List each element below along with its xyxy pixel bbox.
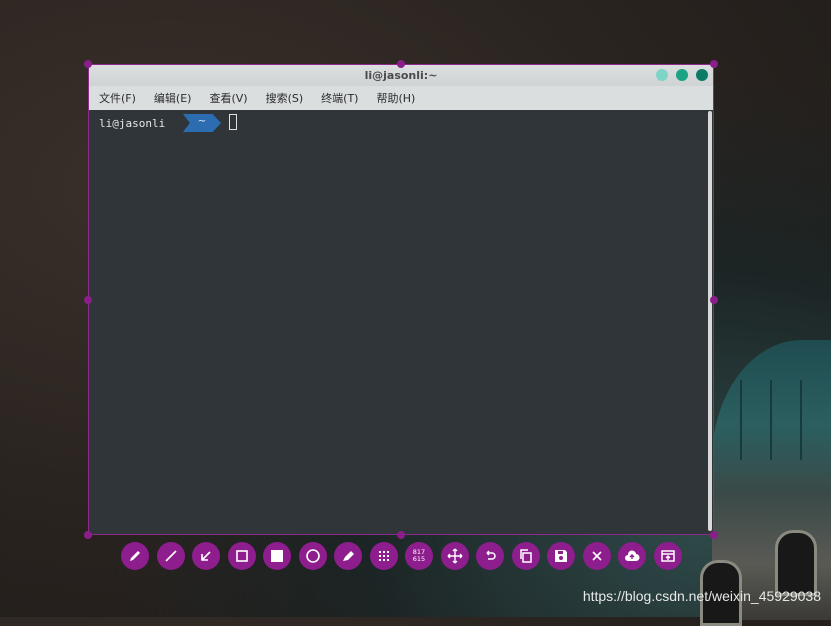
marker-icon: [343, 551, 354, 561]
prompt-dir-badge: ~: [183, 114, 221, 132]
dome-rib: [740, 380, 742, 460]
window-titlebar[interactable]: li@jasonli:~: [89, 65, 713, 86]
terminal-content[interactable]: li@jasonli ~: [89, 110, 706, 534]
circle-icon: [305, 549, 320, 563]
selection-height: 615: [412, 555, 426, 563]
dome-rib: [800, 380, 802, 460]
screenshot-toolbar: 817 615: [121, 542, 682, 572]
close-button[interactable]: [582, 542, 611, 570]
menu-view[interactable]: 查看(V): [209, 90, 247, 106]
rectangle-outline-button[interactable]: [227, 542, 256, 570]
move-icon: [447, 548, 462, 564]
menu-edit[interactable]: 编辑(E): [154, 90, 192, 106]
move-button[interactable]: [440, 542, 469, 570]
pencil-icon: [130, 551, 140, 561]
resize-handle[interactable]: [710, 296, 718, 304]
resize-handle[interactable]: [397, 531, 405, 539]
close-icon: [591, 551, 602, 561]
line-button[interactable]: [156, 542, 185, 570]
arrow-icon: [201, 551, 211, 561]
resize-handle[interactable]: [84, 531, 92, 539]
copy-button[interactable]: [511, 542, 540, 570]
undo-button[interactable]: [476, 542, 504, 570]
rectangle-filled-button[interactable]: [263, 542, 291, 570]
dome-rib: [770, 380, 772, 460]
undo-icon: [486, 550, 496, 560]
menu-help[interactable]: 帮助(H): [376, 90, 415, 106]
watermark-url: https://blog.csdn.net/weixin_45929038: [582, 588, 821, 604]
menu-search[interactable]: 搜索(S): [266, 90, 304, 106]
rectangle-filled-icon: [271, 550, 283, 562]
upload-button[interactable]: [618, 542, 646, 570]
resize-handle[interactable]: [710, 60, 718, 68]
rectangle-outline-icon: [235, 550, 248, 562]
arrow-button[interactable]: [192, 542, 220, 570]
resize-handle[interactable]: [710, 531, 718, 539]
pin-icon: [660, 550, 675, 562]
menu-terminal[interactable]: 终端(T): [321, 90, 358, 106]
copy-icon: [519, 549, 532, 563]
line-icon: [164, 550, 177, 562]
menu-bar: 文件(F) 编辑(E) 查看(V) 搜索(S) 终端(T) 帮助(H): [89, 86, 713, 110]
window-title: li@jasonli:~: [364, 69, 438, 82]
marker-button[interactable]: [334, 542, 362, 570]
pencil-button[interactable]: [121, 542, 149, 570]
save-icon: [555, 550, 567, 562]
save-button[interactable]: [547, 542, 575, 570]
pixelate-button[interactable]: [369, 542, 398, 570]
selection-size-counter[interactable]: 817 615: [405, 542, 433, 570]
minimize-button[interactable]: [656, 69, 668, 81]
resize-handle[interactable]: [397, 60, 405, 68]
circle-button[interactable]: [298, 542, 327, 570]
prompt-user: li@jasonli: [99, 117, 166, 130]
scrollbar[interactable]: [708, 111, 712, 531]
resize-handle[interactable]: [84, 60, 92, 68]
close-window-button[interactable]: [696, 69, 708, 81]
menu-file[interactable]: 文件(F): [99, 90, 136, 106]
text-cursor: [229, 114, 237, 130]
resize-handle[interactable]: [84, 296, 92, 304]
pixelate-icon: [378, 551, 389, 561]
background-window: [775, 530, 817, 596]
maximize-button[interactable]: [676, 69, 688, 81]
terminal-window[interactable]: li@jasonli:~ 文件(F) 编辑(E) 查看(V) 搜索(S) 终端(…: [88, 64, 714, 535]
upload-icon: [625, 550, 640, 561]
pin-button[interactable]: [653, 542, 682, 570]
